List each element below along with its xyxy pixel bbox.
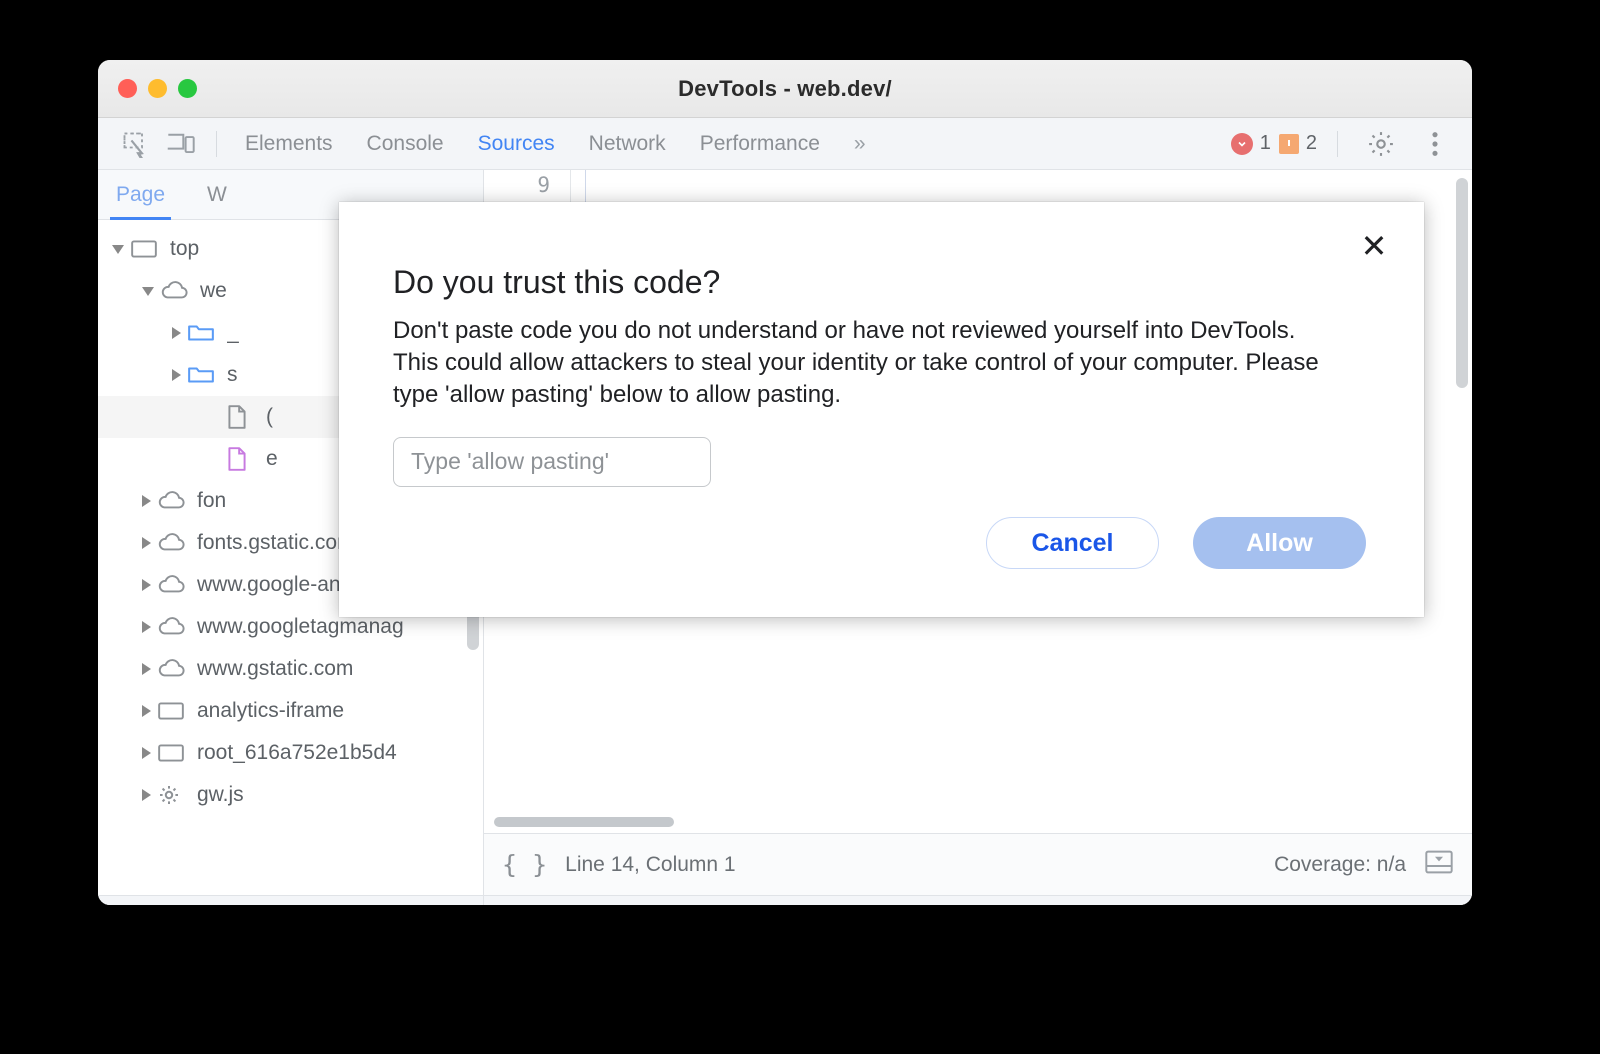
tree-item-label: _: [227, 321, 239, 344]
tree-item-label: (: [266, 405, 273, 428]
chevron-right-icon[interactable]: [172, 369, 181, 381]
error-icon: [1230, 132, 1253, 155]
chevron-right-icon[interactable]: [142, 495, 151, 507]
kebab-menu-icon[interactable]: [1412, 124, 1458, 164]
warning-icon: [1278, 133, 1299, 154]
status-right-group: Coverage: n/a: [1274, 849, 1454, 880]
tree-item-label: e: [266, 447, 278, 470]
tab-watch[interactable]: Watch: [618, 896, 688, 906]
frame-icon: [130, 236, 160, 262]
editor-status-bar: { } Line 14, Column 1 Coverage: n/a: [484, 833, 1472, 895]
pretty-print-icon[interactable]: { }: [502, 850, 547, 879]
warning-count-badge[interactable]: 2: [1278, 132, 1317, 155]
frame-icon: [157, 740, 187, 766]
cursor-position: Line 14, Column 1: [565, 852, 736, 876]
debugger-toolbar: [98, 895, 483, 905]
cloud-icon: [160, 278, 190, 304]
more-tabs-chevron-icon[interactable]: »: [854, 132, 866, 156]
chevron-right-icon[interactable]: [142, 705, 151, 717]
tree-item-label: gw.js: [197, 783, 244, 806]
device-toolbar-icon[interactable]: [158, 124, 204, 164]
allow-button[interactable]: Allow: [1193, 517, 1366, 569]
toolbar-right-group: 1 2: [1230, 124, 1458, 164]
chevron-right-icon[interactable]: [172, 327, 181, 339]
tree-item-label: s: [227, 363, 238, 386]
tree-item-label: www.googletagmanag: [197, 615, 404, 638]
chevron-right-icon[interactable]: [142, 537, 151, 549]
code-horizontal-scrollbar[interactable]: [494, 817, 674, 827]
folder-icon: [187, 362, 217, 388]
error-count-badge[interactable]: 1: [1230, 132, 1271, 155]
devtools-toolbar: Elements Console Sources Network Perform…: [98, 118, 1472, 170]
inspect-element-icon[interactable]: [112, 124, 158, 164]
nav-tab-page[interactable]: Page: [110, 170, 172, 220]
gutter: [570, 170, 586, 199]
tab-elements[interactable]: Elements: [245, 132, 333, 156]
chevron-down-icon[interactable]: [142, 286, 154, 296]
close-icon[interactable]: ✕: [1354, 226, 1394, 266]
cloud-icon: [157, 656, 187, 682]
code-vertical-scrollbar[interactable]: [1456, 178, 1468, 388]
dialog-message: Don't paste code you do not understand o…: [393, 317, 1319, 408]
toolbar-divider: [216, 130, 217, 157]
tree-item-label: www.gstatic.com: [197, 657, 354, 680]
scope-panel-tabs: Scope Watch: [484, 895, 1472, 905]
tree-item-label: fon: [197, 489, 227, 512]
window-titlebar: DevTools - web.dev/: [98, 60, 1472, 118]
trust-code-dialog: ✕ Do you trust this code? Don't paste co…: [339, 202, 1424, 617]
cloud-icon: [157, 488, 187, 514]
cloud-icon: [157, 530, 187, 556]
tree-item-label: top: [170, 237, 200, 260]
line-number: 9: [537, 172, 550, 197]
tab-network[interactable]: Network: [589, 132, 666, 156]
tree-item[interactable]: www.gstatic.com: [98, 648, 483, 690]
devtools-window: DevTools - web.dev/ Elements Console Sou…: [98, 60, 1472, 905]
cloud-icon: [157, 614, 187, 640]
show-drawer-icon[interactable]: [1424, 849, 1454, 880]
frame-icon: [157, 698, 187, 724]
tab-console[interactable]: Console: [367, 132, 444, 156]
panel-tabs: Elements Console Sources Network Perform…: [245, 132, 866, 156]
gear-icon[interactable]: [1358, 124, 1404, 164]
tree-item[interactable]: analytics-iframe: [98, 690, 483, 732]
code-line: 9: [484, 170, 1472, 199]
tree-item[interactable]: root_616a752e1b5d4: [98, 732, 483, 774]
cancel-button[interactable]: Cancel: [986, 517, 1159, 569]
tab-performance[interactable]: Performance: [700, 132, 820, 156]
screen: DevTools - web.dev/ Elements Console Sou…: [0, 0, 1600, 1054]
gear-icon: [157, 782, 187, 808]
chevron-right-icon[interactable]: [142, 747, 151, 759]
tree-item-label: analytics-iframe: [197, 699, 345, 722]
tab-sources[interactable]: Sources: [478, 132, 555, 156]
error-count: 1: [1259, 132, 1271, 154]
tree-item-label: root_616a752e1b5d4: [197, 741, 397, 764]
chevron-down-icon[interactable]: [112, 244, 124, 254]
chevron-right-icon[interactable]: [142, 663, 151, 675]
dialog-actions: Cancel Allow: [986, 517, 1366, 569]
document-icon: [226, 404, 256, 430]
warning-count: 2: [1305, 132, 1317, 154]
tree-item-label: we: [200, 279, 227, 302]
tab-scope[interactable]: Scope: [514, 896, 584, 906]
allow-pasting-input[interactable]: [393, 436, 711, 487]
coverage-status: Coverage: n/a: [1274, 852, 1406, 876]
cloud-icon: [157, 572, 187, 598]
chevron-right-icon[interactable]: [142, 789, 151, 801]
tree-item[interactable]: gw.js: [98, 774, 483, 816]
toolbar-divider-2: [1337, 130, 1338, 157]
tree-item-label: fonts.gstatic.com: [197, 531, 355, 554]
folder-icon: [187, 320, 217, 346]
document-purple-icon: [226, 446, 256, 472]
chevron-right-icon[interactable]: [142, 579, 151, 591]
chevron-right-icon[interactable]: [142, 621, 151, 633]
nav-tab-workspace[interactable]: W: [201, 170, 233, 220]
window-title: DevTools - web.dev/: [678, 75, 892, 101]
dialog-title: Do you trust this code?: [393, 264, 721, 300]
